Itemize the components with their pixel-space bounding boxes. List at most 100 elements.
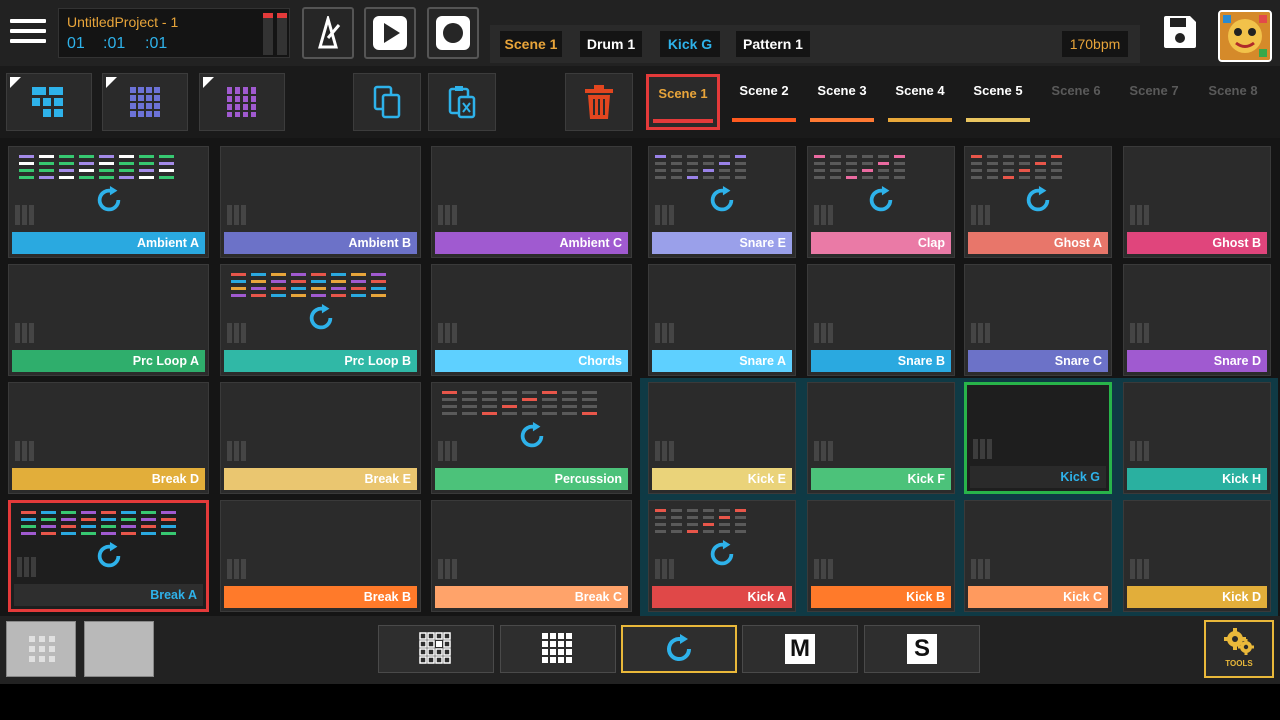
step-cell	[1194, 273, 1205, 276]
clip-pad[interactable]: Kick H	[1123, 382, 1271, 494]
scene-5[interactable]: Scene 5	[962, 74, 1034, 130]
step-cell	[703, 412, 714, 415]
step-cell	[687, 391, 698, 394]
step-cell	[1003, 155, 1014, 158]
level-meter-right	[277, 13, 287, 55]
tab-scene[interactable]: Scene 1	[500, 31, 562, 57]
clip-pad[interactable]: Break C	[431, 500, 632, 612]
clip-pad[interactable]: Ambient A	[8, 146, 209, 258]
clip-pad[interactable]: Kick C	[964, 500, 1112, 612]
step-cell	[894, 155, 905, 158]
scene-4[interactable]: Scene 4	[884, 74, 956, 130]
step-cell	[1178, 287, 1189, 290]
blank-toggle-button[interactable]	[84, 621, 154, 677]
clip-pad[interactable]: Break E	[220, 382, 421, 494]
clip-pad[interactable]: Kick D	[1123, 500, 1271, 612]
save-icon[interactable]	[1160, 12, 1204, 56]
step-cell	[161, 525, 176, 528]
step-cell	[119, 398, 134, 401]
clip-label: Break E	[224, 468, 417, 490]
clip-pad[interactable]: Snare D	[1123, 264, 1271, 376]
step-cell	[59, 162, 74, 165]
scene-3[interactable]: Scene 3	[806, 74, 878, 130]
clip-pad[interactable]: Ambient B	[220, 146, 421, 258]
clip-pad[interactable]: Break D	[8, 382, 209, 494]
menu-icon[interactable]	[6, 14, 50, 54]
tab-pattern[interactable]: Pattern 1	[736, 31, 810, 57]
step-cell	[1162, 176, 1173, 179]
step-cell	[1162, 530, 1173, 533]
clip-pad[interactable]: Snare B	[807, 264, 955, 376]
sequencer-view-button[interactable]	[199, 73, 285, 131]
step-pattern	[15, 155, 202, 183]
mute-button[interactable]: M	[742, 625, 858, 673]
clip-pad[interactable]: Kick G	[964, 382, 1112, 494]
step-cell	[139, 412, 154, 415]
scene-6[interactable]: Scene 6	[1040, 74, 1112, 130]
mode-sequencer-button[interactable]	[500, 625, 616, 673]
clip-pad[interactable]: Kick A	[648, 500, 796, 612]
scene-1[interactable]: Scene 1	[646, 74, 720, 130]
step-cell	[671, 398, 682, 401]
clip-pad[interactable]: Kick E	[648, 382, 796, 494]
step-cell	[862, 294, 873, 297]
solo-button[interactable]: S	[864, 625, 980, 673]
step-cell	[655, 405, 666, 408]
step-cell	[371, 287, 386, 290]
tab-kick[interactable]: Kick G	[660, 31, 720, 57]
pad-grid-button[interactable]	[102, 73, 188, 131]
scene-8[interactable]: Scene 8	[1197, 74, 1269, 130]
project-panel[interactable]: UntitledProject - 1 01 :01 :01	[58, 8, 290, 58]
mode-pads-button[interactable]	[378, 625, 494, 673]
clip-pad[interactable]: Break A	[8, 500, 209, 612]
clip-pad[interactable]: Prc Loop A	[8, 264, 209, 376]
scene-7[interactable]: Scene 7	[1118, 74, 1190, 130]
mode-loop-button[interactable]	[621, 625, 737, 673]
avatar-icon[interactable]	[1218, 10, 1272, 62]
step-cell	[987, 509, 998, 512]
step-cell	[442, 509, 457, 512]
grid-toggle-button[interactable]	[6, 621, 76, 677]
step-pattern	[814, 391, 948, 419]
clip-pad[interactable]: Ghost A	[964, 146, 1112, 258]
clip-pad[interactable]: Ambient C	[431, 146, 632, 258]
step-cell	[251, 273, 266, 276]
step-cell	[671, 412, 682, 415]
step-cell	[291, 412, 306, 415]
arrange-view-button[interactable]	[6, 73, 92, 131]
clip-pad[interactable]: Clap	[807, 146, 955, 258]
clip-pad[interactable]: Chords	[431, 264, 632, 376]
step-cell	[735, 273, 746, 276]
clip-pad[interactable]: Kick F	[807, 382, 955, 494]
step-cell	[562, 398, 577, 401]
clip-pad[interactable]: Break B	[220, 500, 421, 612]
copy-button[interactable]	[353, 73, 421, 131]
step-cell	[1210, 530, 1221, 533]
clip-pad[interactable]: Snare E	[648, 146, 796, 258]
tab-drum[interactable]: Drum 1	[580, 31, 642, 57]
step-cell	[1005, 400, 1016, 403]
clip-pad[interactable]: Ghost B	[1123, 146, 1271, 258]
clip-pad[interactable]: Snare C	[964, 264, 1112, 376]
step-cell	[1005, 414, 1016, 417]
bpm-display[interactable]: 170bpm	[1062, 31, 1128, 57]
record-icon[interactable]	[427, 7, 479, 59]
clip-pad[interactable]: Snare A	[648, 264, 796, 376]
delete-button[interactable]	[565, 73, 633, 131]
scene-2[interactable]: Scene 2	[728, 74, 800, 130]
clip-pad[interactable]: Percussion	[431, 382, 632, 494]
step-cell	[1003, 523, 1014, 526]
clip-pad[interactable]: Kick B	[807, 500, 955, 612]
step-cell	[271, 176, 286, 179]
step-cell	[582, 523, 597, 526]
play-icon[interactable]	[364, 7, 416, 59]
step-cell	[502, 162, 517, 165]
paste-button[interactable]	[428, 73, 496, 131]
step-cell	[1162, 523, 1173, 526]
step-cell	[1178, 280, 1189, 283]
step-cell	[79, 176, 94, 179]
clip-pad[interactable]: Prc Loop B	[220, 264, 421, 376]
tools-button[interactable]: TOOLS	[1204, 620, 1274, 678]
metronome-icon[interactable]	[302, 7, 354, 59]
scene-6-label: Scene 6	[1051, 83, 1101, 98]
